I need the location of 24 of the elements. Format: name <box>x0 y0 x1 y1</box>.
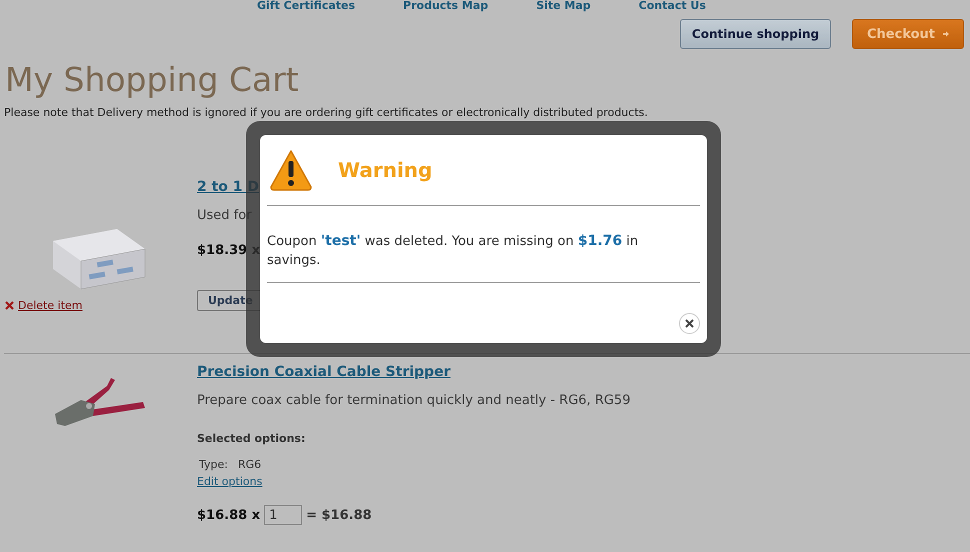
product-description: Prepare coax cable for termination quickly and neatly - RG6, RG59 <box>197 393 630 408</box>
page-title: My Shopping Cart <box>5 60 300 100</box>
delete-item-link[interactable]: Delete item <box>18 299 82 312</box>
continue-shopping-button[interactable]: Continue shopping <box>680 19 831 49</box>
nav-link[interactable]: Site Map <box>536 0 591 14</box>
unit-price: $16.88 x <box>197 508 260 522</box>
options-heading: Selected options: <box>197 432 306 445</box>
warning-icon <box>269 149 313 191</box>
close-icon <box>685 319 694 328</box>
option-label: Type: <box>199 458 228 471</box>
edit-options-link[interactable]: Edit options <box>197 475 262 488</box>
dialog-message: Coupon 'test' was deleted. You are missing on $1.76 in savings. <box>267 232 640 270</box>
product-title-link[interactable]: Precision Coaxial Cable Stripper <box>197 364 450 380</box>
nav-link[interactable]: Contact Us <box>638 0 706 14</box>
line-total: = $16.88 <box>306 508 372 522</box>
delete-icon <box>5 301 14 310</box>
nav-link[interactable]: Gift Certificates <box>257 0 356 14</box>
close-button[interactable] <box>679 313 700 334</box>
dialog-title: Warning <box>338 158 432 182</box>
quantity-field[interactable]: 1 <box>264 505 302 525</box>
nav-link[interactable]: Products Map <box>403 0 488 14</box>
delivery-note: Please note that Delivery method is ignored if you are ordering gift certificates or electronically distributed products. <box>4 106 649 119</box>
checkout-button[interactable]: Checkout <box>852 19 964 49</box>
option-value: RG6 <box>238 458 262 471</box>
